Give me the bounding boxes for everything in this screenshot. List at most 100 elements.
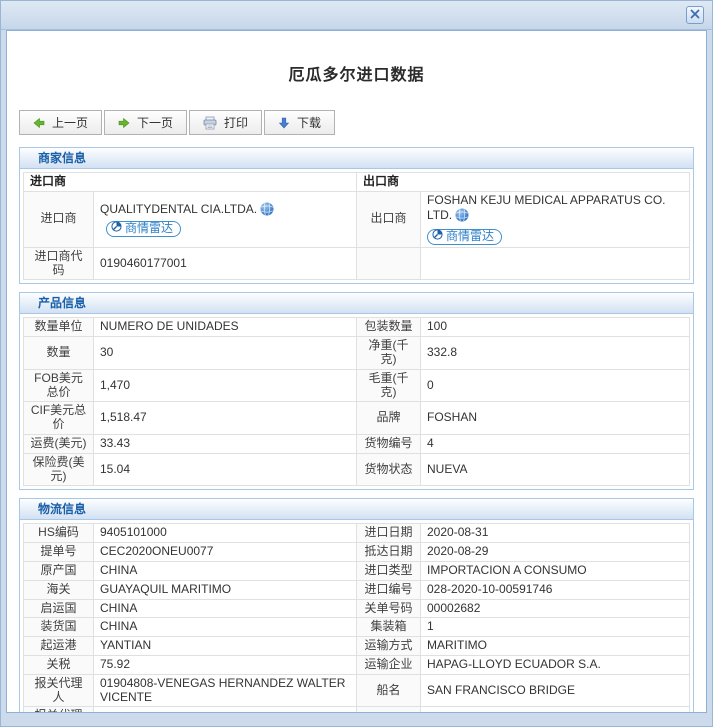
printer-icon [203,116,217,130]
row-value: 4 [420,433,690,454]
radar-icon [432,229,443,244]
row-label: 运费(美元) [23,433,94,454]
download-label: 下载 [297,116,322,130]
radar-badge-button[interactable]: 商情雷达 [427,228,503,245]
row-label: 启运国 [23,598,94,619]
exporter-cell: FOSHAN KEJU MEDICAL APPARATUS CO. LTD. 商… [420,190,690,248]
row-value: FOSHAN [420,401,690,435]
next-page-label: 下一页 [137,116,174,130]
row-value: IMPORTACION A CONSUMO [420,560,690,581]
row-value: NUMERO DE UNIDADES [93,317,357,338]
globe-icon[interactable] [455,208,469,225]
dialog-content: 厄瓜多尔进口数据 上一页 下一页 打印 下载 商家信息 进口商 出口商 进口商 … [6,30,707,713]
row-value [420,706,690,712]
row-value: 9405101000 [93,523,357,544]
importer-group-header: 进口商 [22,172,358,192]
row-label [356,706,421,712]
row-label: 品牌 [356,401,421,435]
section-product: 产品信息 数量单位 NUMERO DE UNIDADES 包装数量 100 数量… [19,292,694,491]
row-value [93,706,357,712]
row-label [356,246,422,281]
row-label: 进口商 [23,190,94,248]
row-label: 起运港 [23,636,94,656]
radar-badge-label: 商情雷达 [125,220,174,235]
row-value: CHINA [93,598,357,619]
merchant-table: 进口商 出口商 进口商 QUALITYDENTAL CIA.LTDA. 商情雷达 … [22,172,690,281]
row-value: NUEVA [420,452,690,487]
close-icon [689,8,701,23]
section-logistics: 物流信息 HS编码 9405101000 进口日期 2020-08-31 提单号… [19,498,694,712]
radar-icon [111,221,122,236]
row-label: 原产国 [23,560,94,581]
row-label: 装货国 [23,617,94,638]
row-value: 0 [420,368,690,403]
toolbar: 上一页 下一页 打印 下载 [19,110,706,135]
arrow-right-icon [118,117,130,129]
table-row: 进口商代码 0190460177001 [23,246,690,281]
table-row: 进口商 出口商 [22,172,690,192]
prev-page-button[interactable]: 上一页 [19,110,103,135]
section-logistics-heading: 物流信息 [20,499,693,521]
product-table: 数量单位 NUMERO DE UNIDADES 包装数量 100 数量 30 净… [23,317,690,487]
table-row: 关税 75.92 运输企业 HAPAG-LLOYD ECUADOR S.A. [23,654,690,675]
row-value: 2020-08-29 [420,542,690,562]
row-value: 15.04 [93,452,357,487]
section-merchant: 商家信息 进口商 出口商 进口商 QUALITYDENTAL CIA.LTDA.… [19,147,694,285]
table-row: 进口商 QUALITYDENTAL CIA.LTDA. 商情雷达 出口商 FOSH… [23,190,690,248]
exporter-group-header: 出口商 [356,172,690,192]
row-label: 运输企业 [356,654,421,675]
row-value: CEC2020ONEU0077 [93,542,357,562]
row-value: 332.8 [420,336,690,370]
row-label: 集装箱 [356,617,421,638]
row-value: 0190460177001 [92,246,358,281]
row-label: 进口日期 [356,523,421,544]
row-label: 出口商 [356,190,422,248]
prev-page-label: 上一页 [52,116,89,130]
row-label: 提单号 [23,542,94,562]
download-button[interactable]: 下载 [264,110,336,135]
print-button[interactable]: 打印 [189,110,263,135]
row-label: 数量单位 [23,317,94,338]
close-button[interactable] [686,6,704,24]
page-title: 厄瓜多尔进口数据 [288,67,425,84]
table-row: 起运港 YANTIAN 运输方式 MARITIMO [23,636,690,656]
row-value: 028-2020-10-00591746 [420,579,690,600]
table-row: FOB美元总价 1,470 毛重(千克) 0 [23,368,690,403]
next-page-button[interactable]: 下一页 [104,110,188,135]
row-label: 报关代理人 [23,673,94,708]
table-row: 海关 GUAYAQUIL MARITIMO 进口编号 028-2020-10-0… [23,579,690,600]
row-value: CHINA [93,560,357,581]
row-label: CIF美元总价 [23,401,94,435]
table-row: 数量 30 净重(千克) 332.8 [23,336,690,370]
globe-icon[interactable] [260,202,274,219]
radar-badge-button[interactable]: 商情雷达 [106,220,182,237]
section-product-heading: 产品信息 [20,293,693,315]
table-row: CIF美元总价 1,518.47 品牌 FOSHAN [23,401,690,435]
row-value: 2020-08-31 [420,523,690,544]
importer-cell: QUALITYDENTAL CIA.LTDA. 商情雷达 [92,190,358,248]
logistics-table: HS编码 9405101000 进口日期 2020-08-31 提单号 CEC2… [23,523,690,712]
dialog-titlebar [1,1,712,30]
table-row: 装货国 CHINA 集装箱 1 [23,617,690,638]
row-label: 包装数量 [356,317,421,338]
table-row: 运费(美元) 33.43 货物编号 4 [23,433,690,454]
table-row: HS编码 9405101000 进口日期 2020-08-31 [23,523,690,544]
download-icon [278,117,290,129]
row-label: 净重(千克) [356,336,421,370]
arrow-left-icon [33,117,45,129]
row-label: FOB美元总价 [23,368,94,403]
table-row: 保险费(美元) 15.04 货物状态 NUEVA [23,452,690,487]
row-value: 30 [93,336,357,370]
row-value: 1 [420,617,690,638]
row-value: 33.43 [93,433,357,454]
table-row: 数量单位 NUMERO DE UNIDADES 包装数量 100 [23,317,690,338]
radar-badge-label: 商情雷达 [446,228,495,243]
row-value: YANTIAN [93,636,357,656]
row-value [420,246,690,281]
row-value: GUAYAQUIL MARITIMO [93,579,357,600]
import-data-dialog: 厄瓜多尔进口数据 上一页 下一页 打印 下载 商家信息 进口商 出口商 进口商 … [0,0,713,727]
table-row: 启运国 CHINA 关单号码 00002682 [23,598,690,619]
row-label: 货物状态 [356,452,421,487]
row-label: 关单号码 [356,598,421,619]
row-label: 进口类型 [356,560,421,581]
